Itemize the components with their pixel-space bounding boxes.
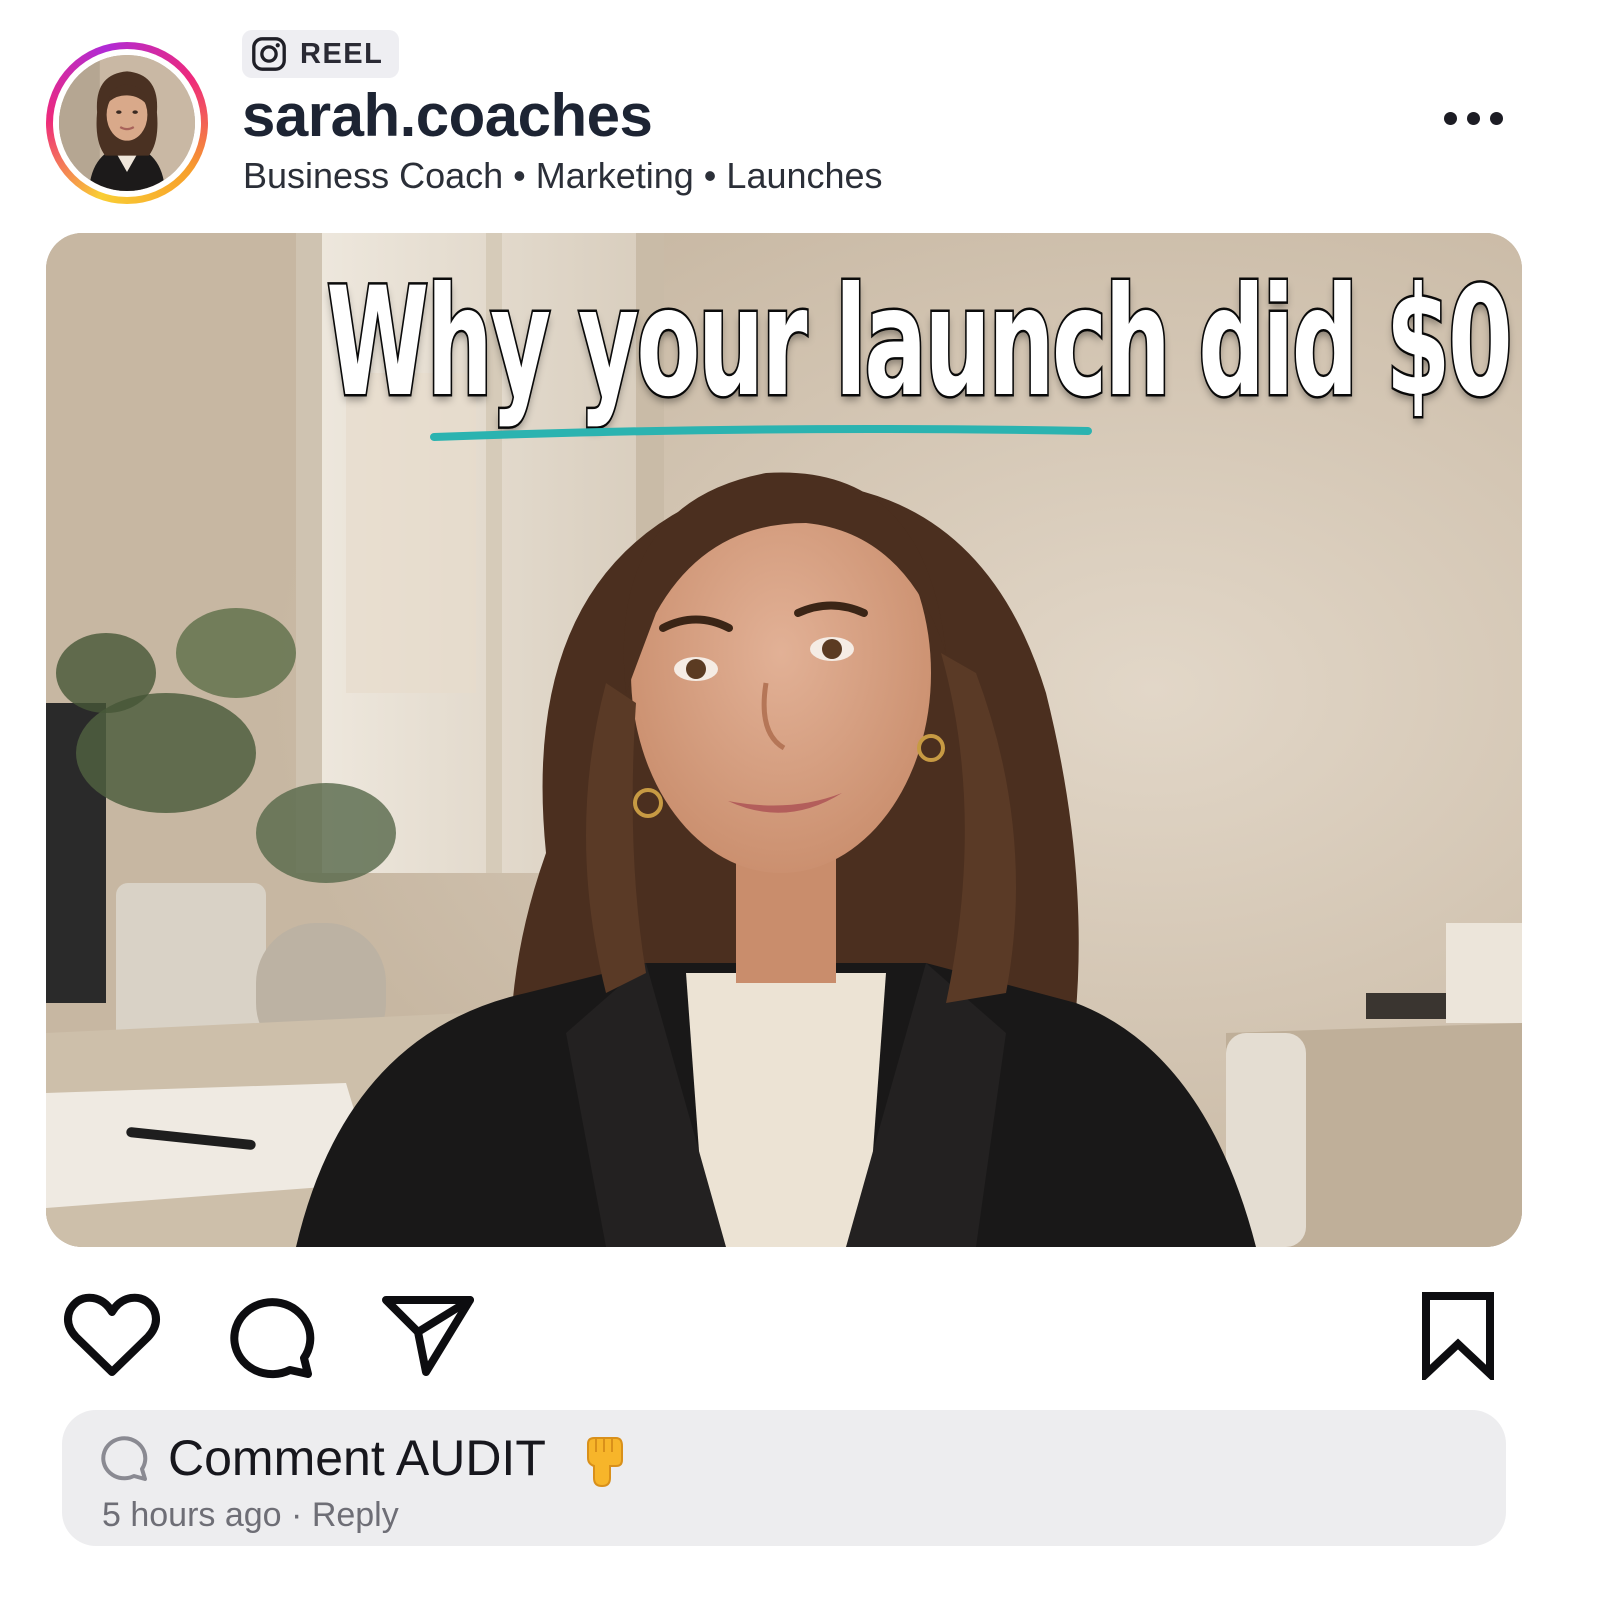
- more-dot-icon: [1443, 111, 1457, 125]
- more-options-button[interactable]: [1432, 96, 1514, 140]
- comment-meta: 5 hours ago · Reply: [102, 1496, 399, 1534]
- reel-badge: REEL: [242, 30, 400, 78]
- reply-link[interactable]: Reply: [312, 1496, 399, 1534]
- heart-icon: [64, 1293, 160, 1376]
- reel-badge-label: REEL: [300, 37, 384, 70]
- comment-icon: [230, 1298, 315, 1379]
- like-button[interactable]: [62, 1290, 162, 1380]
- share-button[interactable]: [380, 1290, 476, 1380]
- pointing-down-emoji-icon: [587, 1437, 623, 1488]
- comment-text: Comment AUDIT: [168, 1430, 546, 1486]
- profile-tagline: Business Coach • Marketing • Launches: [243, 155, 883, 196]
- headline-underline-accent: [430, 425, 1092, 441]
- more-dot-icon: [1466, 111, 1480, 125]
- profile-avatar-story-ring[interactable]: [46, 42, 208, 204]
- pinned-comment[interactable]: Comment AUDIT 5 hours ago · Reply: [62, 1410, 1506, 1546]
- instagram-icon: [252, 37, 286, 71]
- reel-headline-text: Why your launch did $0: [325, 256, 1514, 430]
- meta-separator: ·: [281, 1496, 312, 1534]
- comment-bubble-icon: [101, 1436, 148, 1481]
- more-dot-icon: [1489, 111, 1503, 125]
- bookmark-icon: [1422, 1292, 1494, 1380]
- username[interactable]: sarah.coaches: [242, 84, 653, 148]
- paper-plane-icon: [382, 1296, 474, 1376]
- comment-timestamp: 5 hours ago: [102, 1496, 282, 1534]
- avatar: [59, 55, 195, 191]
- save-button[interactable]: [1416, 1290, 1500, 1380]
- comment-button[interactable]: [224, 1290, 318, 1380]
- reel-video[interactable]: Why your launch did $0: [46, 233, 1522, 1247]
